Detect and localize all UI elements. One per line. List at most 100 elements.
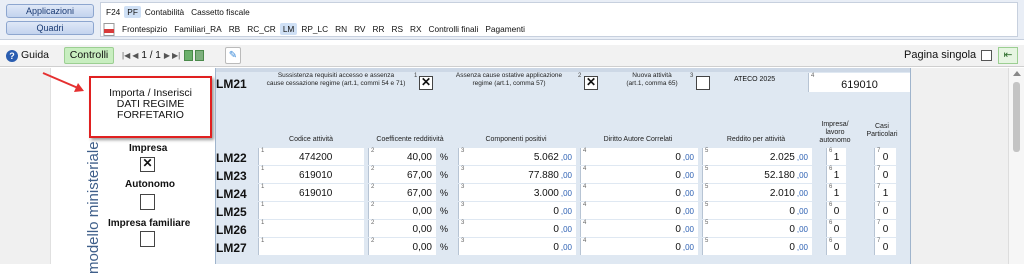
impresa-checkbox[interactable]: ✕ bbox=[140, 157, 155, 172]
lm21-ost-checkbox[interactable]: ✕ bbox=[584, 76, 598, 90]
diritto-field[interactable]: 4 0,00 bbox=[580, 184, 698, 201]
codice-field[interactable]: 1 bbox=[258, 238, 364, 255]
impresa-field[interactable]: 61 bbox=[826, 148, 846, 165]
diritto-field[interactable]: 4 0,00 bbox=[580, 202, 698, 219]
reddito-field[interactable]: 5 0,00 bbox=[702, 238, 812, 255]
casi-field[interactable]: 70 bbox=[874, 148, 896, 165]
comp-value: 5.062 bbox=[533, 152, 559, 163]
lm21-nuova-num: 3 bbox=[690, 73, 694, 79]
nav-tab-cassetto-fiscale[interactable]: Cassetto fiscale bbox=[188, 6, 253, 18]
coeff-field[interactable]: 2 0,00 bbox=[368, 220, 436, 237]
vertical-scrollbar[interactable] bbox=[1008, 68, 1024, 264]
impresa-field[interactable]: 61 bbox=[826, 184, 846, 201]
diritto-field[interactable]: 4 0,00 bbox=[580, 148, 698, 165]
hdr-reddito: Reddito per attività bbox=[726, 136, 786, 143]
nav-tab-pagamenti[interactable]: Pagamenti bbox=[482, 23, 528, 35]
diritto-field[interactable]: 4 0,00 bbox=[580, 220, 698, 237]
coeff-field[interactable]: 2 40,00 bbox=[368, 148, 436, 165]
pagina-singola-checkbox[interactable] bbox=[981, 50, 992, 61]
nav-tab-rr[interactable]: RR bbox=[369, 23, 387, 35]
comp-field[interactable]: 3 77.880,00 bbox=[458, 166, 576, 183]
casi-field[interactable]: 70 bbox=[874, 166, 896, 183]
codice-field[interactable]: 1 619010 bbox=[258, 166, 364, 183]
prev-page-icon[interactable]: ◀ bbox=[132, 47, 138, 64]
nav-tab-rn[interactable]: RN bbox=[332, 23, 350, 35]
reddito-field[interactable]: 5 0,00 bbox=[702, 202, 812, 219]
first-page-icon[interactable]: |◀ bbox=[122, 47, 130, 64]
reddito-field[interactable]: 5 0,00 bbox=[702, 220, 812, 237]
casi-field[interactable]: 70 bbox=[874, 238, 896, 255]
coeff-field[interactable]: 2 0,00 bbox=[368, 238, 436, 255]
impresa-field[interactable]: 60 bbox=[826, 220, 846, 237]
nav-tab-contabilit-[interactable]: Contabilità bbox=[142, 6, 187, 18]
codice-field[interactable]: 1 474200 bbox=[258, 148, 364, 165]
import-button[interactable]: Importa / Inserisci DATI REGIME FORFETAR… bbox=[89, 76, 212, 138]
reddito-field[interactable]: 5 2.010,00 bbox=[702, 184, 812, 201]
clean-icon[interactable]: ✎ bbox=[225, 47, 241, 64]
page-counter: 1 / 1 bbox=[141, 50, 161, 61]
diritto-field[interactable]: 4 0,00 bbox=[580, 166, 698, 183]
nav-tab-rx[interactable]: RX bbox=[407, 23, 425, 35]
coeff-value: 0,00 bbox=[412, 224, 432, 235]
nav-tab-rv[interactable]: RV bbox=[351, 23, 368, 35]
comp-field[interactable]: 3 0,00 bbox=[458, 238, 576, 255]
reddito-field[interactable]: 5 52.180,00 bbox=[702, 166, 812, 183]
export-icon[interactable] bbox=[184, 50, 194, 61]
coeff-field[interactable]: 2 0,00 bbox=[368, 202, 436, 219]
guida-button[interactable]: ? Guida bbox=[6, 47, 49, 64]
lm21-nuova-checkbox[interactable] bbox=[696, 76, 710, 90]
row-code: LM22 bbox=[216, 151, 247, 165]
reddito-field[interactable]: 5 2.025,00 bbox=[702, 148, 812, 165]
casi-field[interactable]: 70 bbox=[874, 202, 896, 219]
field-num: 3 bbox=[461, 184, 465, 190]
pdf-icon[interactable] bbox=[103, 22, 117, 36]
comp-field[interactable]: 3 3.000,00 bbox=[458, 184, 576, 201]
next-page-icon[interactable]: ▶ bbox=[164, 47, 170, 64]
nav-tab-rs[interactable]: RS bbox=[388, 23, 406, 35]
print-icon[interactable] bbox=[195, 50, 205, 61]
lm21-req-checkbox[interactable]: ✕ bbox=[419, 76, 433, 90]
nav-tab-pf[interactable]: PF bbox=[124, 5, 141, 18]
impresa-field[interactable]: 60 bbox=[826, 202, 846, 219]
scroll-thumb[interactable] bbox=[1013, 82, 1020, 152]
comp-field[interactable]: 3 0,00 bbox=[458, 220, 576, 237]
nav-tab-rb[interactable]: RB bbox=[226, 23, 244, 35]
applicazioni-button[interactable]: Applicazioni bbox=[6, 4, 94, 18]
coeff-field[interactable]: 2 67,00 bbox=[368, 166, 436, 183]
lm21-req-line2: cause cessazione regime (art.1, commi 54… bbox=[266, 80, 406, 87]
hdr-impresa: Impresa/ lavoro autonomo bbox=[814, 121, 856, 145]
casi-field[interactable]: 71 bbox=[874, 184, 896, 201]
autonomo-checkbox[interactable] bbox=[140, 194, 155, 210]
scroll-up-icon[interactable] bbox=[1013, 71, 1021, 76]
nav-tab-rc-cr[interactable]: RC_CR bbox=[244, 23, 279, 35]
impresa-value: 1 bbox=[833, 188, 840, 199]
pct-sign: % bbox=[440, 188, 449, 198]
comp-field[interactable]: 3 5.062,00 bbox=[458, 148, 576, 165]
hdr-casi-line1: Casi bbox=[874, 123, 889, 130]
diritto-decimals: ,00 bbox=[682, 207, 694, 216]
lm21-req-line1: Sussistenza requisiti accesso e assenza bbox=[277, 72, 395, 79]
nav-tab-familiari-ra[interactable]: Familiari_RA bbox=[171, 23, 224, 35]
impresa-field[interactable]: 60 bbox=[826, 238, 846, 255]
nav-tab-lm[interactable]: LM bbox=[279, 22, 298, 35]
diritto-field[interactable]: 4 0,00 bbox=[580, 238, 698, 255]
coeff-field[interactable]: 2 67,00 bbox=[368, 184, 436, 201]
controlli-button[interactable]: Controlli bbox=[64, 47, 114, 64]
ateco-field[interactable]: 4 619010 bbox=[808, 73, 910, 92]
codice-field[interactable]: 1 bbox=[258, 202, 364, 219]
nav-tab-rp-lc[interactable]: RP_LC bbox=[298, 23, 331, 35]
nav-tab-f24[interactable]: F24 bbox=[103, 6, 123, 18]
codice-field[interactable]: 1 bbox=[258, 220, 364, 237]
impresa-field[interactable]: 61 bbox=[826, 166, 846, 183]
field-num: 4 bbox=[583, 166, 587, 172]
collapse-icon[interactable]: ⇤ bbox=[998, 47, 1018, 64]
field-num: 3 bbox=[461, 148, 465, 154]
nav-tab-frontespizio[interactable]: Frontespizio bbox=[119, 23, 170, 35]
impresa-familiare-checkbox[interactable] bbox=[140, 231, 155, 247]
codice-field[interactable]: 1 619010 bbox=[258, 184, 364, 201]
comp-field[interactable]: 3 0,00 bbox=[458, 202, 576, 219]
last-page-icon[interactable]: ▶| bbox=[172, 47, 180, 64]
casi-field[interactable]: 70 bbox=[874, 220, 896, 237]
nav-tab-controlli-finali[interactable]: Controlli finali bbox=[426, 23, 482, 35]
quadri-button[interactable]: Quadri bbox=[6, 21, 94, 35]
